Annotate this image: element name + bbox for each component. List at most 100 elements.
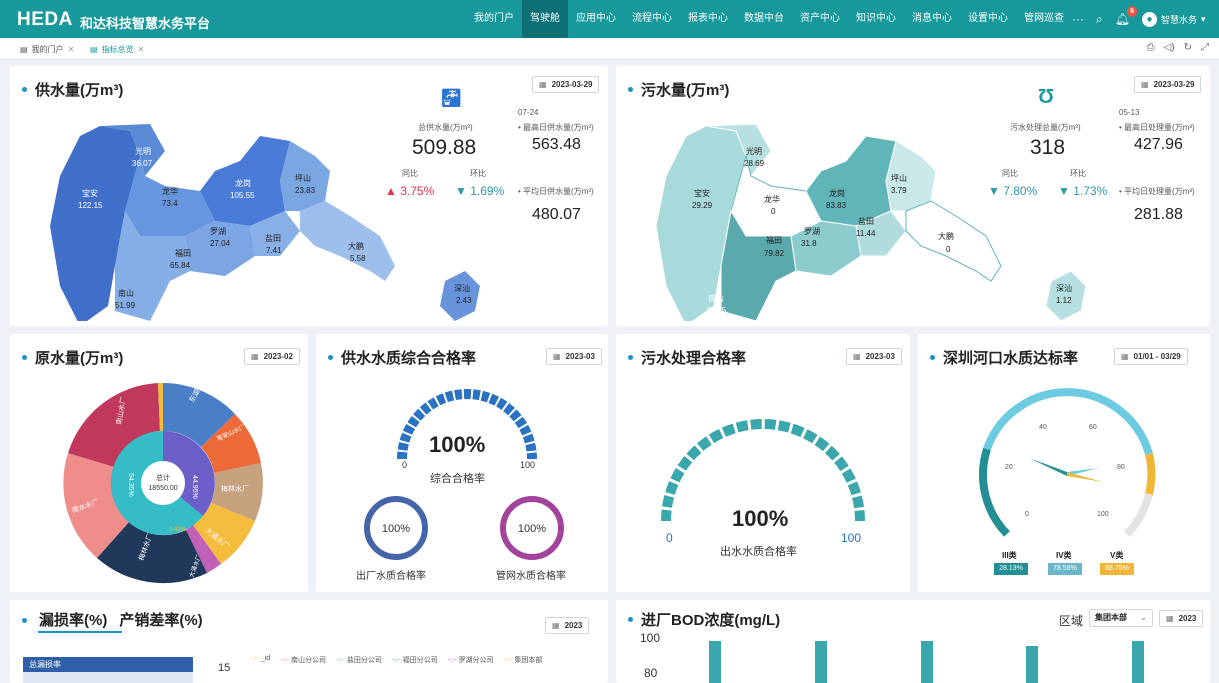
main-nav: 我的门户 驾驶舱 应用中心 流程中心 报表中心 数据中台 资产中心 知识中心 消…: [466, 0, 1072, 38]
max-label: • 最高日供水量(万m³): [518, 123, 594, 132]
bell-icon[interactable]: 🔔︎ 6: [1115, 6, 1137, 26]
nav-inspection[interactable]: 管网巡查: [1016, 0, 1072, 38]
nav-apps[interactable]: 应用中心: [568, 0, 624, 38]
mom-label: 环比: [1070, 169, 1086, 178]
legend-item[interactable]: -○- 罗湖分公司: [448, 655, 494, 665]
total-label: 污水处理总量(万m³): [1010, 123, 1081, 132]
legend-item[interactable]: -○- _id: [250, 655, 270, 665]
map-label: 龙岗: [235, 178, 251, 188]
tab-label: 我的门户: [31, 44, 64, 54]
gauge-tick: 100: [1097, 511, 1109, 518]
map-value: 73.4: [162, 199, 178, 208]
close-icon[interactable]: ✕: [68, 45, 75, 54]
tab-nrw[interactable]: 产销差率(%): [119, 609, 202, 630]
map-value: 1.12: [1056, 296, 1072, 305]
max-label: • 最高日处理量(万m³): [1119, 123, 1195, 132]
map-value: 27.04: [210, 239, 231, 248]
avg-label: • 平均日处理量(万m³): [1119, 187, 1195, 196]
nav-portal[interactable]: 我的门户: [466, 0, 522, 38]
platform-title: 和达科技智慧水务平台: [80, 16, 211, 31]
panel-title: 供水量(万m³): [22, 79, 123, 100]
nav-settings[interactable]: 设置中心: [960, 0, 1016, 38]
raw-water-panel: 原水量(万m³) ▦ 2023-02 总计 18550.00 44.95% 54.…: [10, 334, 308, 592]
map-value: 105.55: [230, 191, 255, 200]
panel-title: 原水量(万m³): [22, 347, 123, 368]
refresh-icon[interactable]: ↻: [1184, 42, 1192, 53]
date-picker[interactable]: ▦ 2023-03-29: [1134, 76, 1202, 93]
map-value: 51.99: [115, 301, 136, 310]
gauge-max: 100: [520, 460, 535, 469]
more-icon[interactable]: ···: [1072, 12, 1084, 26]
chevron-down-icon: ⌄: [1140, 613, 1147, 622]
map-value: 28.69: [744, 159, 765, 168]
sound-icon[interactable]: ◁): [1164, 42, 1175, 53]
map-value: 79.82: [764, 249, 785, 258]
raw-water-donut: 总计 18550.00 44.95% 54.35% 0.43% 南山水厂 东湖水…: [63, 378, 263, 584]
gauge-value: 100%: [732, 506, 789, 531]
calendar-icon: ▦: [251, 352, 259, 361]
tab-strip: ▤ 我的门户 ✕ ▤ 指标总览 ✕ ⎙ ◁) ↻ ⤢: [0, 38, 1219, 60]
nav-knowledge[interactable]: 知识中心: [848, 0, 904, 38]
gauge-min: 0: [666, 531, 673, 545]
ring-label: 管网水质合格率: [496, 571, 566, 582]
user-menu[interactable]: ● 智慧水务 ▾: [1141, 11, 1206, 27]
ring-value: 100%: [518, 523, 546, 535]
gauge-tick: 20: [1005, 464, 1013, 471]
print-icon[interactable]: ⎙: [1147, 42, 1155, 53]
legend-item[interactable]: -○- 盐田分公司: [336, 655, 382, 665]
avg-value: 480.07: [532, 206, 581, 223]
bar: [815, 641, 827, 683]
map-label: 宝安: [694, 188, 710, 198]
date-range-picker[interactable]: ▦ 01/01 - 03/29: [1114, 348, 1188, 365]
tab-leakage[interactable]: 漏损率(%): [39, 609, 107, 630]
region-select[interactable]: 集团本部 ⌄: [1089, 609, 1153, 627]
date-picker[interactable]: ▦ 2023-03: [546, 348, 602, 365]
nav-reports[interactable]: 报表中心: [680, 0, 736, 38]
gauge-label: 出水水质合格率: [720, 546, 797, 558]
sewage-panel: 污水量(万m³) ▦ 2023-03-29 光明 28.69 宝安 29.29 龙…: [616, 66, 1210, 326]
date-picker[interactable]: ▦ 2023-02: [244, 348, 300, 365]
legend-item[interactable]: -○- 南山分公司: [280, 655, 326, 665]
ring-network: 100%: [500, 496, 564, 560]
map-label: 大鹏: [348, 241, 364, 251]
close-icon[interactable]: ✕: [138, 45, 145, 54]
map-label: 坪山: [295, 173, 311, 183]
map-label: 南山: [118, 288, 134, 298]
nav-process[interactable]: 流程中心: [624, 0, 680, 38]
dot: [22, 618, 27, 623]
legend-item[interactable]: -○- 福田分公司: [392, 655, 438, 665]
nav-data[interactable]: 数据中台: [736, 0, 792, 38]
tab-portal[interactable]: ▤ 我的门户 ✕: [20, 42, 74, 56]
date-picker[interactable]: ▦ 2023-03-29: [532, 76, 600, 93]
supply-panel: 供水量(万m³) ▦ 2023-03-29 光明 36.07 宝安 122.15 …: [10, 66, 608, 326]
donut-center-label: 总计: [156, 473, 170, 482]
nav-cockpit[interactable]: 驾驶舱: [522, 0, 568, 38]
map-value: 23.83: [295, 186, 316, 195]
gauge-tick: 0: [1025, 511, 1029, 518]
map-label: 龙岗: [829, 188, 845, 198]
map-value: 5.58: [350, 254, 366, 263]
avg-label: • 平均日供水量(万m³): [518, 187, 594, 196]
date-picker[interactable]: ▦ 2023-03: [846, 348, 902, 365]
fullscreen-icon[interactable]: ⤢: [1201, 42, 1209, 53]
date-picker[interactable]: ▦ 2023: [1159, 610, 1204, 627]
search-icon[interactable]: ⌕: [1096, 12, 1103, 27]
yoy-label: 同比: [402, 169, 418, 178]
map-value: 0: [946, 245, 951, 254]
map-label: 光明: [135, 146, 151, 156]
yoy-change: ▼ 7.80%: [988, 184, 1038, 198]
bar: [1132, 641, 1144, 683]
map-label: 南山: [708, 293, 724, 303]
map-value: 65.84: [170, 261, 191, 270]
map-value: 3.79: [891, 186, 907, 195]
nav-assets[interactable]: 资产中心: [792, 0, 848, 38]
date-picker[interactable]: ▦ 2023: [545, 617, 590, 634]
donut-inner-label: 44.95%: [191, 475, 198, 499]
mom-change: ▼ 1.73%: [1058, 184, 1108, 198]
legend-item[interactable]: -○- 集团本部: [504, 655, 543, 665]
tab-overview[interactable]: ▤ 指标总览 ✕: [90, 42, 144, 56]
donut-outer-label: 梅林水厂: [221, 484, 249, 493]
nav-messages[interactable]: 消息中心: [904, 0, 960, 38]
calendar-icon: ▦: [1141, 80, 1149, 89]
panel-title: 深圳河口水质达标率: [930, 347, 1078, 368]
